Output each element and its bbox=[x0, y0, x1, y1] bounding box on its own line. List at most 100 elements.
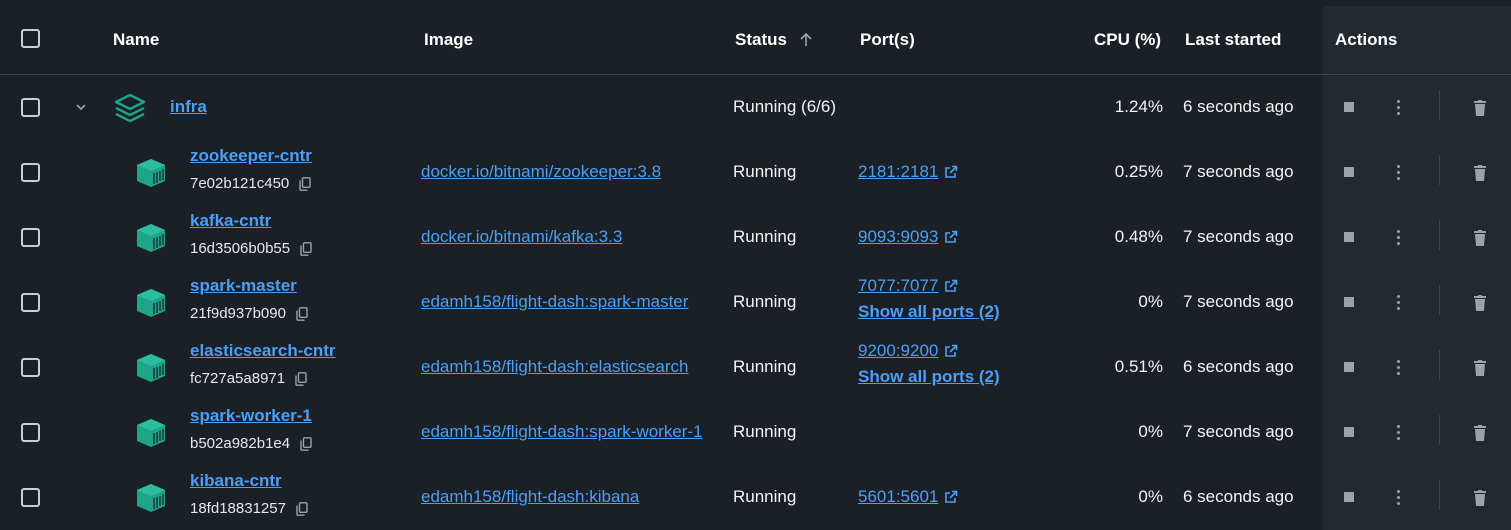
actions-divider bbox=[1439, 220, 1440, 250]
port-link[interactable]: 2181:2181 bbox=[858, 162, 938, 182]
container-status: Running bbox=[733, 357, 797, 376]
image-link[interactable]: edamh158/flight-dash:spark-worker-1 bbox=[421, 422, 703, 442]
trash-icon[interactable] bbox=[1473, 230, 1487, 246]
container-last-started: 6 seconds ago bbox=[1183, 487, 1294, 506]
select-all-checkbox[interactable] bbox=[21, 29, 40, 48]
container-id: 18fd18831257 bbox=[190, 500, 286, 517]
port-mapping[interactable]: 5601:5601 bbox=[858, 487, 958, 507]
port-link[interactable]: 9093:9093 bbox=[858, 227, 938, 247]
stop-icon[interactable] bbox=[1344, 167, 1354, 177]
container-cpu: 0.25% bbox=[1114, 162, 1163, 181]
container-icon bbox=[135, 158, 167, 188]
container-cpu: 0.48% bbox=[1114, 227, 1163, 246]
port-link[interactable]: 9200:9200 bbox=[858, 341, 938, 361]
port-mapping[interactable]: 9093:9093 bbox=[858, 227, 958, 247]
container-row[interactable]: spark-worker-1 b502a982b1e4 edamh158/fli… bbox=[0, 400, 1511, 465]
image-link[interactable]: docker.io/bitnami/zookeeper:3.8 bbox=[421, 162, 661, 182]
container-row[interactable]: elasticsearch-cntr fc727a5a8971 edamh158… bbox=[0, 335, 1511, 400]
actions-divider bbox=[1439, 415, 1440, 445]
group-row-infra[interactable]: infra Running (6/6) 1.24% 6 seconds ago bbox=[0, 75, 1511, 140]
row-checkbox[interactable] bbox=[21, 163, 40, 182]
actions-divider bbox=[1439, 285, 1440, 315]
container-id: 16d3506b0b55 bbox=[190, 240, 291, 257]
group-last-started: 6 seconds ago bbox=[1183, 97, 1294, 116]
external-link-icon[interactable] bbox=[944, 230, 958, 244]
container-row[interactable]: kibana-cntr 18fd18831257 edamh158/flight… bbox=[0, 465, 1511, 530]
trash-icon[interactable] bbox=[1473, 100, 1487, 116]
copy-icon[interactable] bbox=[299, 176, 311, 191]
container-name-link[interactable]: spark-master bbox=[190, 276, 297, 296]
more-vertical-icon[interactable] bbox=[1397, 360, 1400, 375]
port-mapping[interactable]: 2181:2181 bbox=[858, 162, 958, 182]
container-icon bbox=[135, 353, 167, 383]
port-mapping[interactable]: 7077:7077 bbox=[858, 276, 958, 296]
trash-icon[interactable] bbox=[1473, 360, 1487, 376]
image-link[interactable]: edamh158/flight-dash:elasticsearch bbox=[421, 357, 688, 377]
image-link[interactable]: edamh158/flight-dash:spark-master bbox=[421, 292, 688, 312]
stop-icon[interactable] bbox=[1344, 492, 1354, 502]
copy-icon[interactable] bbox=[296, 306, 308, 321]
container-row[interactable]: kafka-cntr 16d3506b0b55 docker.io/bitnam… bbox=[0, 205, 1511, 270]
container-status: Running bbox=[733, 487, 797, 506]
row-checkbox[interactable] bbox=[21, 423, 40, 442]
copy-icon[interactable] bbox=[300, 241, 312, 256]
more-vertical-icon[interactable] bbox=[1397, 425, 1400, 440]
container-status: Running bbox=[733, 162, 797, 181]
port-mapping[interactable]: 9200:9200 bbox=[858, 341, 958, 361]
port-link[interactable]: 5601:5601 bbox=[858, 487, 938, 507]
stop-icon[interactable] bbox=[1344, 232, 1354, 242]
container-status: Running bbox=[733, 422, 797, 441]
external-link-icon[interactable] bbox=[944, 165, 958, 179]
more-vertical-icon[interactable] bbox=[1397, 230, 1400, 245]
column-header-status[interactable]: Status bbox=[735, 30, 813, 50]
stop-icon[interactable] bbox=[1344, 362, 1354, 372]
column-header-image[interactable]: Image bbox=[424, 30, 473, 50]
more-vertical-icon[interactable] bbox=[1397, 490, 1400, 505]
stop-icon[interactable] bbox=[1344, 102, 1354, 112]
more-vertical-icon[interactable] bbox=[1397, 295, 1400, 310]
trash-icon[interactable] bbox=[1473, 165, 1487, 181]
stop-icon[interactable] bbox=[1344, 427, 1354, 437]
external-link-icon[interactable] bbox=[944, 344, 958, 358]
container-id: b502a982b1e4 bbox=[190, 435, 291, 452]
row-checkbox[interactable] bbox=[21, 488, 40, 507]
group-name-link[interactable]: infra bbox=[170, 97, 207, 117]
copy-icon[interactable] bbox=[295, 371, 307, 386]
trash-icon[interactable] bbox=[1473, 490, 1487, 506]
container-name-link[interactable]: kibana-cntr bbox=[190, 471, 282, 491]
copy-icon[interactable] bbox=[300, 436, 312, 451]
show-all-ports-link[interactable]: Show all ports (2) bbox=[858, 367, 1000, 387]
trash-icon[interactable] bbox=[1473, 295, 1487, 311]
container-last-started: 7 seconds ago bbox=[1183, 292, 1294, 311]
row-checkbox[interactable] bbox=[21, 98, 40, 117]
container-row[interactable]: spark-master 21f9d937b090 edamh158/fligh… bbox=[0, 270, 1511, 335]
stop-icon[interactable] bbox=[1344, 297, 1354, 307]
column-header-cpu[interactable]: CPU (%) bbox=[1094, 30, 1161, 50]
row-checkbox[interactable] bbox=[21, 228, 40, 247]
actions-divider bbox=[1439, 350, 1440, 380]
actions-divider bbox=[1439, 155, 1440, 185]
column-header-last-started[interactable]: Last started bbox=[1185, 30, 1281, 50]
column-header-ports[interactable]: Port(s) bbox=[860, 30, 915, 50]
column-header-name[interactable]: Name bbox=[113, 30, 159, 50]
container-cpu: 0.51% bbox=[1114, 357, 1163, 376]
external-link-icon[interactable] bbox=[944, 490, 958, 504]
chevron-down-icon[interactable] bbox=[75, 102, 87, 112]
external-link-icon[interactable] bbox=[944, 279, 958, 293]
row-checkbox[interactable] bbox=[21, 358, 40, 377]
show-all-ports-link[interactable]: Show all ports (2) bbox=[858, 302, 1000, 322]
container-name-link[interactable]: zookeeper-cntr bbox=[190, 146, 312, 166]
container-row[interactable]: zookeeper-cntr 7e02b121c450 docker.io/bi… bbox=[0, 140, 1511, 205]
image-link[interactable]: edamh158/flight-dash:kibana bbox=[421, 487, 639, 507]
port-link[interactable]: 7077:7077 bbox=[858, 276, 938, 296]
trash-icon[interactable] bbox=[1473, 425, 1487, 441]
container-name-link[interactable]: spark-worker-1 bbox=[190, 406, 312, 426]
image-link[interactable]: docker.io/bitnami/kafka:3.3 bbox=[421, 227, 622, 247]
more-vertical-icon[interactable] bbox=[1397, 165, 1400, 180]
more-vertical-icon[interactable] bbox=[1397, 100, 1400, 115]
container-name-link[interactable]: kafka-cntr bbox=[190, 211, 271, 231]
copy-icon[interactable] bbox=[296, 501, 308, 516]
container-name-link[interactable]: elasticsearch-cntr bbox=[190, 341, 336, 361]
row-checkbox[interactable] bbox=[21, 293, 40, 312]
container-status: Running bbox=[733, 292, 797, 311]
